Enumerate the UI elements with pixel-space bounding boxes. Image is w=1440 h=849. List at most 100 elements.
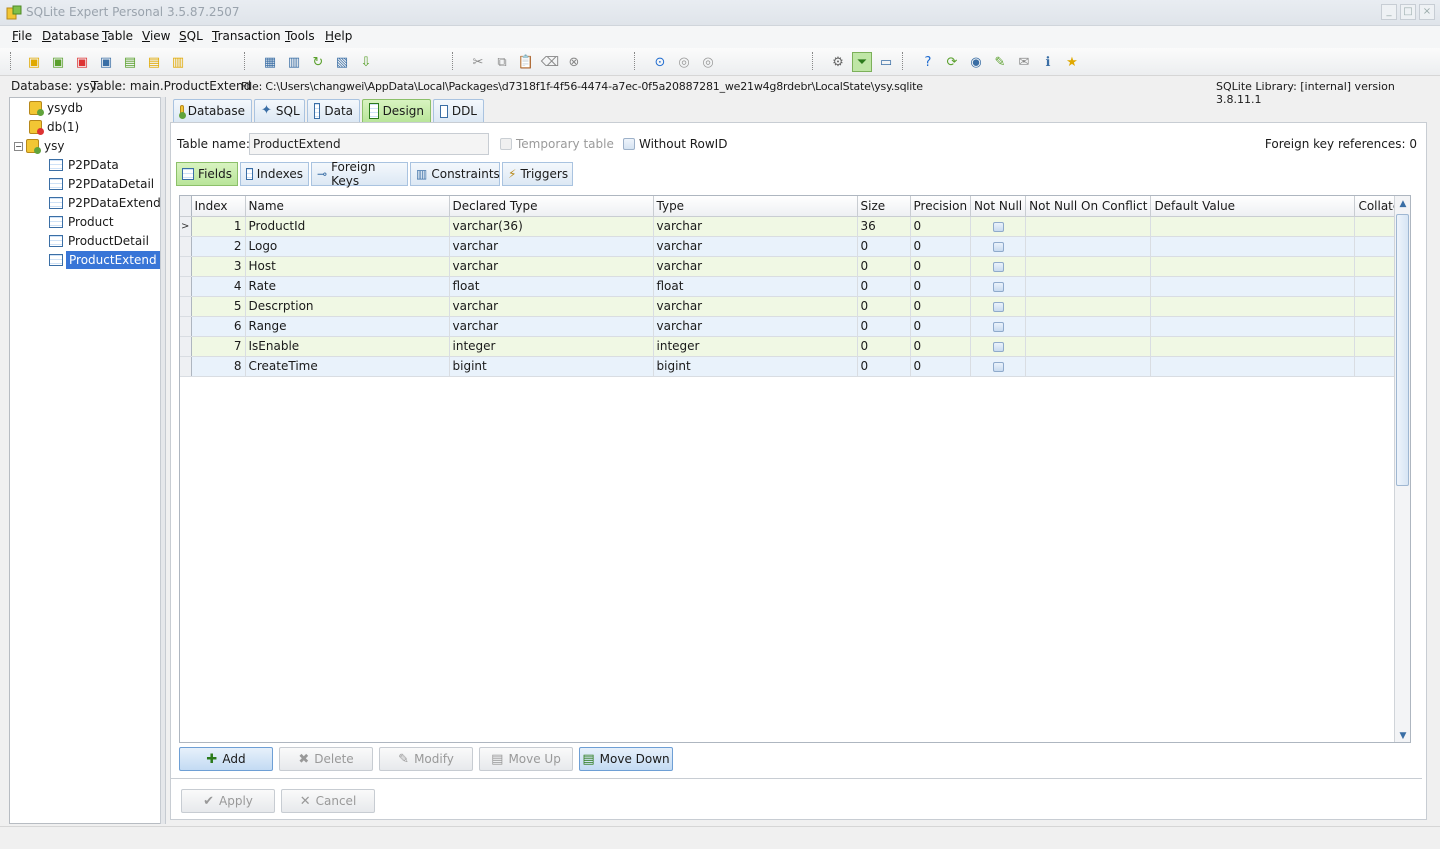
row-header[interactable]: [180, 316, 192, 337]
cell-type[interactable]: bigint: [653, 356, 858, 377]
apply-button[interactable]: ✔ Apply: [181, 789, 275, 813]
temporary-table-checkbox[interactable]: [500, 138, 512, 150]
cell-precision[interactable]: 0: [910, 316, 972, 337]
info-icon[interactable]: ℹ: [1038, 52, 1058, 72]
tab-fields[interactable]: Fields: [176, 162, 238, 186]
col-header-size[interactable]: Size: [857, 196, 911, 217]
cell-declared-type[interactable]: varchar: [449, 316, 654, 337]
tree-node-p2pdataextend[interactable]: P2PDataExtend: [49, 194, 163, 212]
table-name-input[interactable]: [249, 133, 489, 155]
cell-name[interactable]: CreateTime: [245, 356, 450, 377]
cell-default-value[interactable]: [1150, 356, 1356, 377]
col-header-not-null[interactable]: Not Null: [970, 196, 1027, 217]
cell-precision[interactable]: 0: [910, 236, 972, 257]
cell-declared-type[interactable]: bigint: [449, 356, 654, 377]
tab-data[interactable]: Data: [307, 99, 360, 123]
cell-default-value[interactable]: [1150, 316, 1356, 337]
move-down-button[interactable]: ▤ Move Down: [579, 747, 673, 771]
cell-index[interactable]: 1: [191, 216, 246, 237]
close-button[interactable]: ×: [1419, 4, 1435, 20]
cell-name[interactable]: Host: [245, 256, 450, 277]
cell-precision[interactable]: 0: [910, 356, 972, 377]
database-tree[interactable]: ysydb db(1) − ysy P2PData P2PDataDetail …: [9, 97, 161, 824]
cell-default-value[interactable]: [1150, 216, 1356, 237]
cell-index[interactable]: 6: [191, 316, 246, 337]
attach-database-icon[interactable]: ▤: [120, 52, 140, 72]
cell-declared-type[interactable]: varchar: [449, 296, 654, 317]
table-row[interactable]: 7 IsEnable integer integer 0 0: [180, 336, 1410, 357]
cell-name[interactable]: ProductId: [245, 216, 450, 237]
tree-node-productextend[interactable]: ProductExtend: [49, 251, 160, 269]
cell-not-null[interactable]: [970, 256, 1027, 277]
cell-index[interactable]: 4: [191, 276, 246, 297]
database-settings-icon[interactable]: ▣: [96, 52, 116, 72]
not-null-checkbox[interactable]: [992, 341, 1004, 352]
refresh-table-icon[interactable]: ↻: [308, 52, 328, 72]
cell-precision[interactable]: 0: [910, 216, 972, 237]
cell-not-null-on-conflict[interactable]: [1025, 336, 1152, 357]
cell-type[interactable]: varchar: [653, 256, 858, 277]
cell-default-value[interactable]: [1150, 336, 1356, 357]
cell-not-null[interactable]: [970, 336, 1027, 357]
cell-precision[interactable]: 0: [910, 256, 972, 277]
detach-database-icon[interactable]: ▤: [144, 52, 164, 72]
cut-icon[interactable]: ✂: [468, 52, 488, 72]
col-header-not-null-on-conflict[interactable]: Not Null On Conflict: [1025, 196, 1152, 217]
row-header[interactable]: [180, 236, 192, 257]
not-null-checkbox[interactable]: [992, 321, 1004, 332]
col-header-declared-type[interactable]: Declared Type: [449, 196, 654, 217]
clear-icon[interactable]: ⌫: [540, 52, 560, 72]
edit-icon[interactable]: ✎: [990, 52, 1010, 72]
tree-node-productdetail[interactable]: ProductDetail: [49, 232, 151, 250]
design-table-icon[interactable]: ▥: [284, 52, 304, 72]
web-icon[interactable]: ◉: [966, 52, 986, 72]
not-null-checkbox[interactable]: [992, 241, 1004, 252]
cell-not-null-on-conflict[interactable]: [1025, 216, 1152, 237]
cell-name[interactable]: Rate: [245, 276, 450, 297]
scroll-up-icon[interactable]: ▲: [1397, 198, 1409, 210]
cell-name[interactable]: Descrption: [245, 296, 450, 317]
cell-declared-type[interactable]: varchar: [449, 236, 654, 257]
tab-design[interactable]: Design: [362, 99, 431, 123]
col-header-index[interactable]: Index: [191, 196, 246, 217]
delete-button[interactable]: ✖ Delete: [279, 747, 373, 771]
add-button[interactable]: ✚ Add: [179, 747, 273, 771]
tree-node-product[interactable]: Product: [49, 213, 116, 231]
cell-not-null[interactable]: [970, 356, 1027, 377]
cell-not-null-on-conflict[interactable]: [1025, 236, 1152, 257]
tab-ddl[interactable]: DDL: [433, 99, 484, 123]
col-header-name[interactable]: Name: [245, 196, 450, 217]
tree-node-p2pdatadetail[interactable]: P2PDataDetail: [49, 175, 156, 193]
cancel-circle-icon[interactable]: ⊗: [564, 52, 584, 72]
move-up-button[interactable]: ▤ Move Up: [479, 747, 573, 771]
view-icon[interactable]: ▧: [332, 52, 352, 72]
cell-size[interactable]: 0: [857, 236, 911, 257]
cell-declared-type[interactable]: integer: [449, 336, 654, 357]
cell-default-value[interactable]: [1150, 276, 1356, 297]
cell-not-null[interactable]: [970, 276, 1027, 297]
cell-not-null[interactable]: [970, 236, 1027, 257]
pane-splitter[interactable]: [160, 97, 166, 824]
open-database-icon[interactable]: ▣: [48, 52, 68, 72]
col-header-type[interactable]: Type: [653, 196, 858, 217]
col-header-default-value[interactable]: Default Value: [1150, 196, 1356, 217]
cell-type[interactable]: varchar: [653, 216, 858, 237]
menu-help[interactable]: Help: [325, 29, 352, 43]
cancel-button[interactable]: ✕ Cancel: [281, 789, 375, 813]
cell-precision[interactable]: 0: [910, 296, 972, 317]
tab-triggers[interactable]: ⚡ Triggers: [502, 162, 573, 186]
cell-declared-type[interactable]: float: [449, 276, 654, 297]
cell-not-null[interactable]: [970, 216, 1027, 237]
cell-name[interactable]: Range: [245, 316, 450, 337]
cell-default-value[interactable]: [1150, 236, 1356, 257]
maximize-button[interactable]: □: [1400, 4, 1416, 20]
row-header[interactable]: [180, 276, 192, 297]
cell-type[interactable]: float: [653, 276, 858, 297]
col-header-precision[interactable]: Precision: [910, 196, 972, 217]
menu-tools[interactable]: Tools: [285, 29, 315, 43]
update-icon[interactable]: ⟳: [942, 52, 962, 72]
settings-icon[interactable]: ⚙: [828, 52, 848, 72]
cell-name[interactable]: IsEnable: [245, 336, 450, 357]
table-row[interactable]: 3 Host varchar varchar 0 0: [180, 256, 1410, 277]
rollback-icon[interactable]: ◎: [698, 52, 718, 72]
